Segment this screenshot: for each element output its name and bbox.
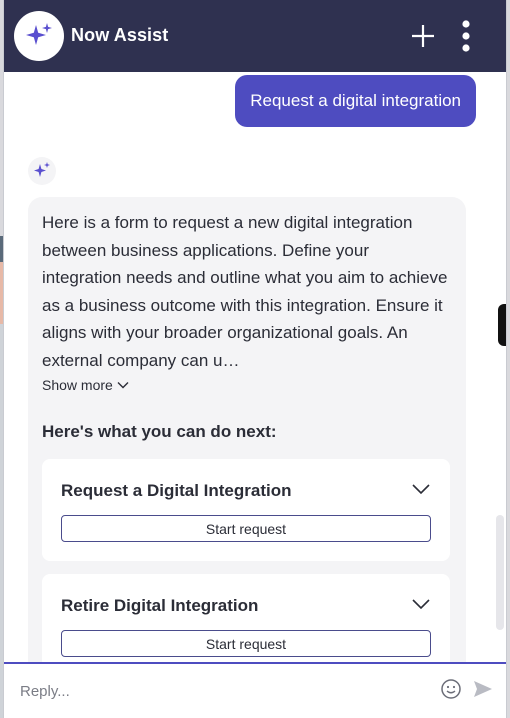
reply-input[interactable]: [18, 678, 422, 704]
assistant-message: Here is a form to request a new digital …: [28, 197, 466, 662]
chevron-down-icon: [117, 382, 129, 389]
send-icon[interactable]: [472, 678, 494, 700]
next-steps-heading: Here's what you can do next:: [42, 422, 277, 441]
start-request-button[interactable]: Start request: [61, 515, 431, 542]
start-request-button[interactable]: Start request: [61, 630, 431, 657]
show-more-label: Show more: [42, 377, 113, 393]
option-card-title: Request a Digital Integration: [61, 481, 292, 500]
emoji-icon[interactable]: [440, 678, 462, 700]
assistant-sparkle-icon: [28, 157, 56, 185]
chat-panel: Now Assist Request a digital integration: [4, 0, 506, 718]
assistant-message-text: Here is a form to request a new digital …: [42, 213, 448, 370]
more-options-button[interactable]: [454, 18, 478, 54]
chat-title: Now Assist: [71, 25, 169, 45]
plus-icon: [412, 25, 434, 47]
more-vertical-icon: [462, 20, 470, 52]
composer: [4, 664, 506, 718]
user-message: Request a digital integration: [235, 75, 476, 127]
chat-header: Now Assist: [4, 0, 506, 72]
show-more-link[interactable]: Show more: [42, 377, 129, 393]
conversation-area[interactable]: Request a digital integration Here is a …: [4, 72, 506, 662]
scrollbar[interactable]: [496, 515, 504, 630]
new-chat-button[interactable]: [410, 18, 436, 54]
option-card: Retire Digital Integration Start request: [42, 574, 450, 662]
chevron-down-icon[interactable]: [412, 598, 430, 610]
sparkle-logo-icon: [14, 11, 64, 61]
option-card: Request a Digital Integration Start requ…: [42, 459, 450, 561]
chevron-down-icon[interactable]: [412, 483, 430, 495]
option-card-title: Retire Digital Integration: [61, 596, 259, 615]
side-tab-handle[interactable]: [498, 304, 506, 346]
